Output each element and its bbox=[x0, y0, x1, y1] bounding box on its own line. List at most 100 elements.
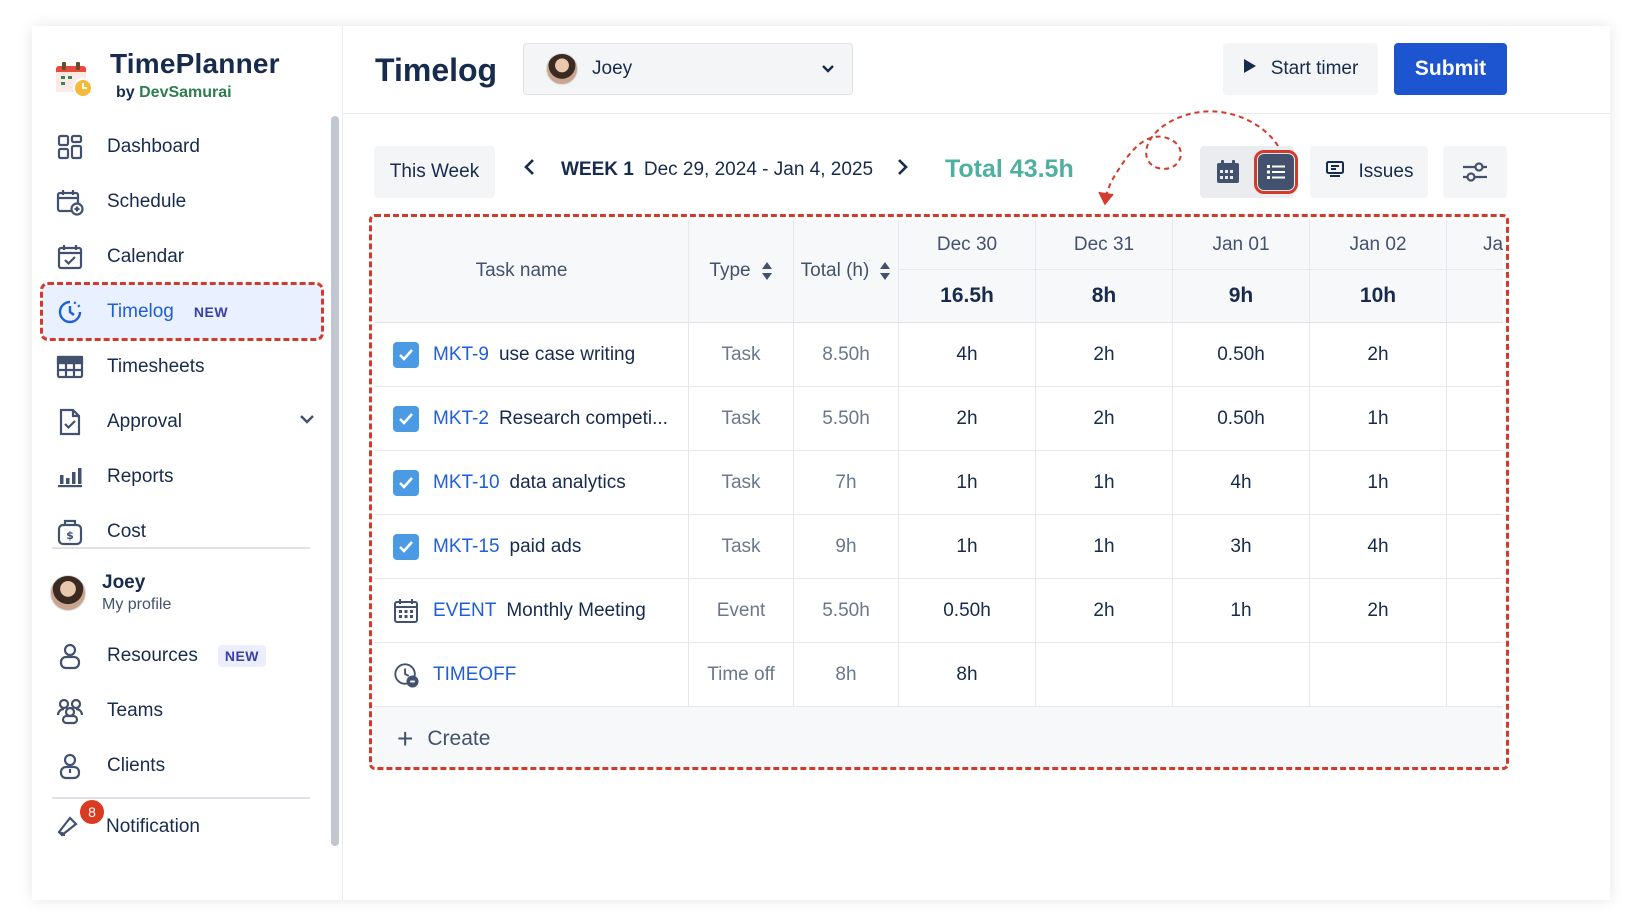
task-checkbox[interactable] bbox=[393, 341, 419, 368]
column-header-type[interactable]: Type bbox=[689, 220, 794, 322]
chevron-down-icon[interactable] bbox=[298, 410, 316, 434]
sidebar-item-teams[interactable]: Teams bbox=[42, 683, 322, 738]
day-cell[interactable]: 0.50h bbox=[899, 579, 1036, 642]
task-key-link[interactable]: TIMEOFF bbox=[433, 664, 516, 686]
profile-link[interactable]: My profile bbox=[102, 596, 171, 614]
brand-by-prefix: by bbox=[116, 84, 135, 101]
day-cell[interactable]: 2h bbox=[1036, 323, 1173, 386]
sidebar-item-timelog[interactable]: Timelog NEW bbox=[40, 282, 324, 341]
day-cell[interactable]: 2h bbox=[1036, 387, 1173, 450]
day-cell[interactable] bbox=[1310, 643, 1447, 706]
table-row[interactable]: MKT-9 use case writing Task 8.50h 4h 2h … bbox=[375, 323, 1503, 387]
sidebar-item-clients[interactable]: Clients bbox=[42, 738, 322, 793]
day-cell[interactable]: 4h bbox=[1310, 515, 1447, 578]
user-select[interactable]: Joey bbox=[523, 43, 853, 95]
day-cell[interactable]: 0.50h bbox=[1173, 387, 1310, 450]
day-cell[interactable] bbox=[1036, 643, 1173, 706]
filter-settings-button[interactable] bbox=[1443, 146, 1507, 198]
sidebar-item-calendar[interactable]: Calendar bbox=[42, 229, 322, 284]
schedule-icon bbox=[55, 187, 85, 217]
sidebar-item-dashboard[interactable]: Dashboard bbox=[42, 119, 322, 174]
sidebar-item-label: Resources bbox=[107, 644, 198, 666]
task-checkbox[interactable] bbox=[393, 533, 419, 560]
chevron-down-icon bbox=[820, 61, 836, 83]
bell-icon: 8 bbox=[54, 800, 104, 842]
sidebar-item-approval[interactable]: Approval bbox=[42, 394, 322, 449]
chevron-left-icon[interactable] bbox=[523, 158, 537, 182]
day-cell[interactable]: 8h bbox=[899, 643, 1036, 706]
table-row[interactable]: MKT-10 data analytics Task 7h 1h 1h 4h 1… bbox=[375, 451, 1503, 515]
day-cell[interactable]: 2h bbox=[1310, 323, 1447, 386]
day-cell[interactable]: 1h bbox=[1310, 451, 1447, 514]
task-checkbox[interactable] bbox=[393, 469, 419, 496]
day-cell[interactable]: 1h bbox=[1173, 579, 1310, 642]
day-cell[interactable]: 1h bbox=[1036, 515, 1173, 578]
user-select-value: Joey bbox=[592, 58, 633, 79]
sidebar-item-schedule[interactable]: Schedule bbox=[42, 174, 322, 229]
sidebar-item-notification[interactable]: 8 Notification bbox=[54, 800, 200, 842]
sidebar-divider bbox=[52, 797, 310, 799]
main-content: Timelog Joey Start timer Submit This Wee… bbox=[343, 26, 1610, 900]
day-column-header: Jan 02 10h bbox=[1310, 220, 1447, 322]
task-key-link[interactable]: MKT-9 bbox=[433, 344, 489, 366]
day-cell[interactable]: 2h bbox=[1036, 579, 1173, 642]
day-cell[interactable] bbox=[1447, 579, 1506, 642]
sidebar-item-label: Notification bbox=[106, 816, 200, 837]
day-cell[interactable] bbox=[1447, 451, 1506, 514]
money-bag-icon: $ bbox=[55, 517, 85, 547]
svg-text:$: $ bbox=[66, 529, 74, 542]
column-header-type-label: Type bbox=[709, 260, 751, 281]
sidebar-item-reports[interactable]: Reports bbox=[42, 449, 322, 504]
sidebar-item-label: Reports bbox=[107, 465, 174, 487]
sort-icon[interactable] bbox=[879, 261, 891, 281]
day-cell[interactable] bbox=[1173, 643, 1310, 706]
column-header-total[interactable]: Total (h) bbox=[794, 220, 899, 322]
top-bar: Timelog Joey Start timer Submit bbox=[343, 26, 1610, 114]
day-cell[interactable]: 1h bbox=[899, 515, 1036, 578]
sidebar-item-resources[interactable]: Resources NEW bbox=[42, 628, 322, 683]
day-cell[interactable] bbox=[1447, 515, 1506, 578]
resources-icon bbox=[55, 641, 85, 671]
sidebar-divider bbox=[52, 547, 310, 549]
day-cell[interactable]: 0.50h bbox=[1173, 323, 1310, 386]
day-cell[interactable]: 4h bbox=[899, 323, 1036, 386]
task-checkbox[interactable] bbox=[393, 405, 419, 432]
start-timer-button[interactable]: Start timer bbox=[1223, 43, 1378, 95]
sidebar-item-timesheets[interactable]: Timesheets bbox=[42, 339, 322, 394]
event-calendar-icon bbox=[393, 598, 419, 624]
day-cell[interactable]: 1h bbox=[1310, 387, 1447, 450]
task-key-link[interactable]: MKT-15 bbox=[433, 536, 500, 558]
day-name: Dec 31 bbox=[1036, 220, 1172, 270]
task-key-link[interactable]: MKT-10 bbox=[433, 472, 500, 494]
day-cell[interactable]: 3h bbox=[1173, 515, 1310, 578]
task-key-link[interactable]: EVENT bbox=[433, 600, 496, 622]
brand[interactable]: TimePlanner by DevSamurai bbox=[54, 48, 280, 102]
table-row[interactable]: MKT-2 Research competi... Task 5.50h 2h … bbox=[375, 387, 1503, 451]
table-row[interactable]: TIMEOFF Time off 8h 8h bbox=[375, 643, 1503, 707]
sidebar-item-cost[interactable]: $ Cost bbox=[42, 504, 322, 559]
check-icon bbox=[399, 412, 413, 425]
issues-button[interactable]: Issues bbox=[1310, 146, 1428, 198]
sidebar-scrollbar[interactable] bbox=[331, 116, 339, 846]
chevron-right-icon[interactable] bbox=[895, 158, 909, 182]
profile-section[interactable]: Joey My profile bbox=[50, 572, 171, 614]
this-week-button[interactable]: This Week bbox=[374, 146, 495, 198]
calendar-icon bbox=[55, 242, 85, 272]
table-row[interactable]: EVENT Monthly Meeting Event 5.50h 0.50h … bbox=[375, 579, 1503, 643]
day-cell[interactable]: 2h bbox=[899, 387, 1036, 450]
day-cell[interactable] bbox=[1447, 323, 1506, 386]
table-row[interactable]: MKT-15 paid ads Task 9h 1h 1h 3h 4h bbox=[375, 515, 1503, 579]
submit-button[interactable]: Submit bbox=[1394, 43, 1507, 95]
day-cell[interactable]: 4h bbox=[1173, 451, 1310, 514]
day-cell[interactable] bbox=[1447, 643, 1506, 706]
sort-icon[interactable] bbox=[761, 261, 773, 281]
day-cell[interactable]: 1h bbox=[899, 451, 1036, 514]
create-row-button[interactable]: + Create bbox=[375, 707, 1503, 767]
monitor-icon bbox=[1325, 160, 1345, 184]
day-cell[interactable] bbox=[1447, 387, 1506, 450]
sidebar-item-label: Timesheets bbox=[107, 355, 205, 377]
task-key-link[interactable]: MKT-2 bbox=[433, 408, 489, 430]
annotation-arrow bbox=[1098, 110, 1279, 206]
day-cell[interactable]: 1h bbox=[1036, 451, 1173, 514]
day-cell[interactable]: 2h bbox=[1310, 579, 1447, 642]
